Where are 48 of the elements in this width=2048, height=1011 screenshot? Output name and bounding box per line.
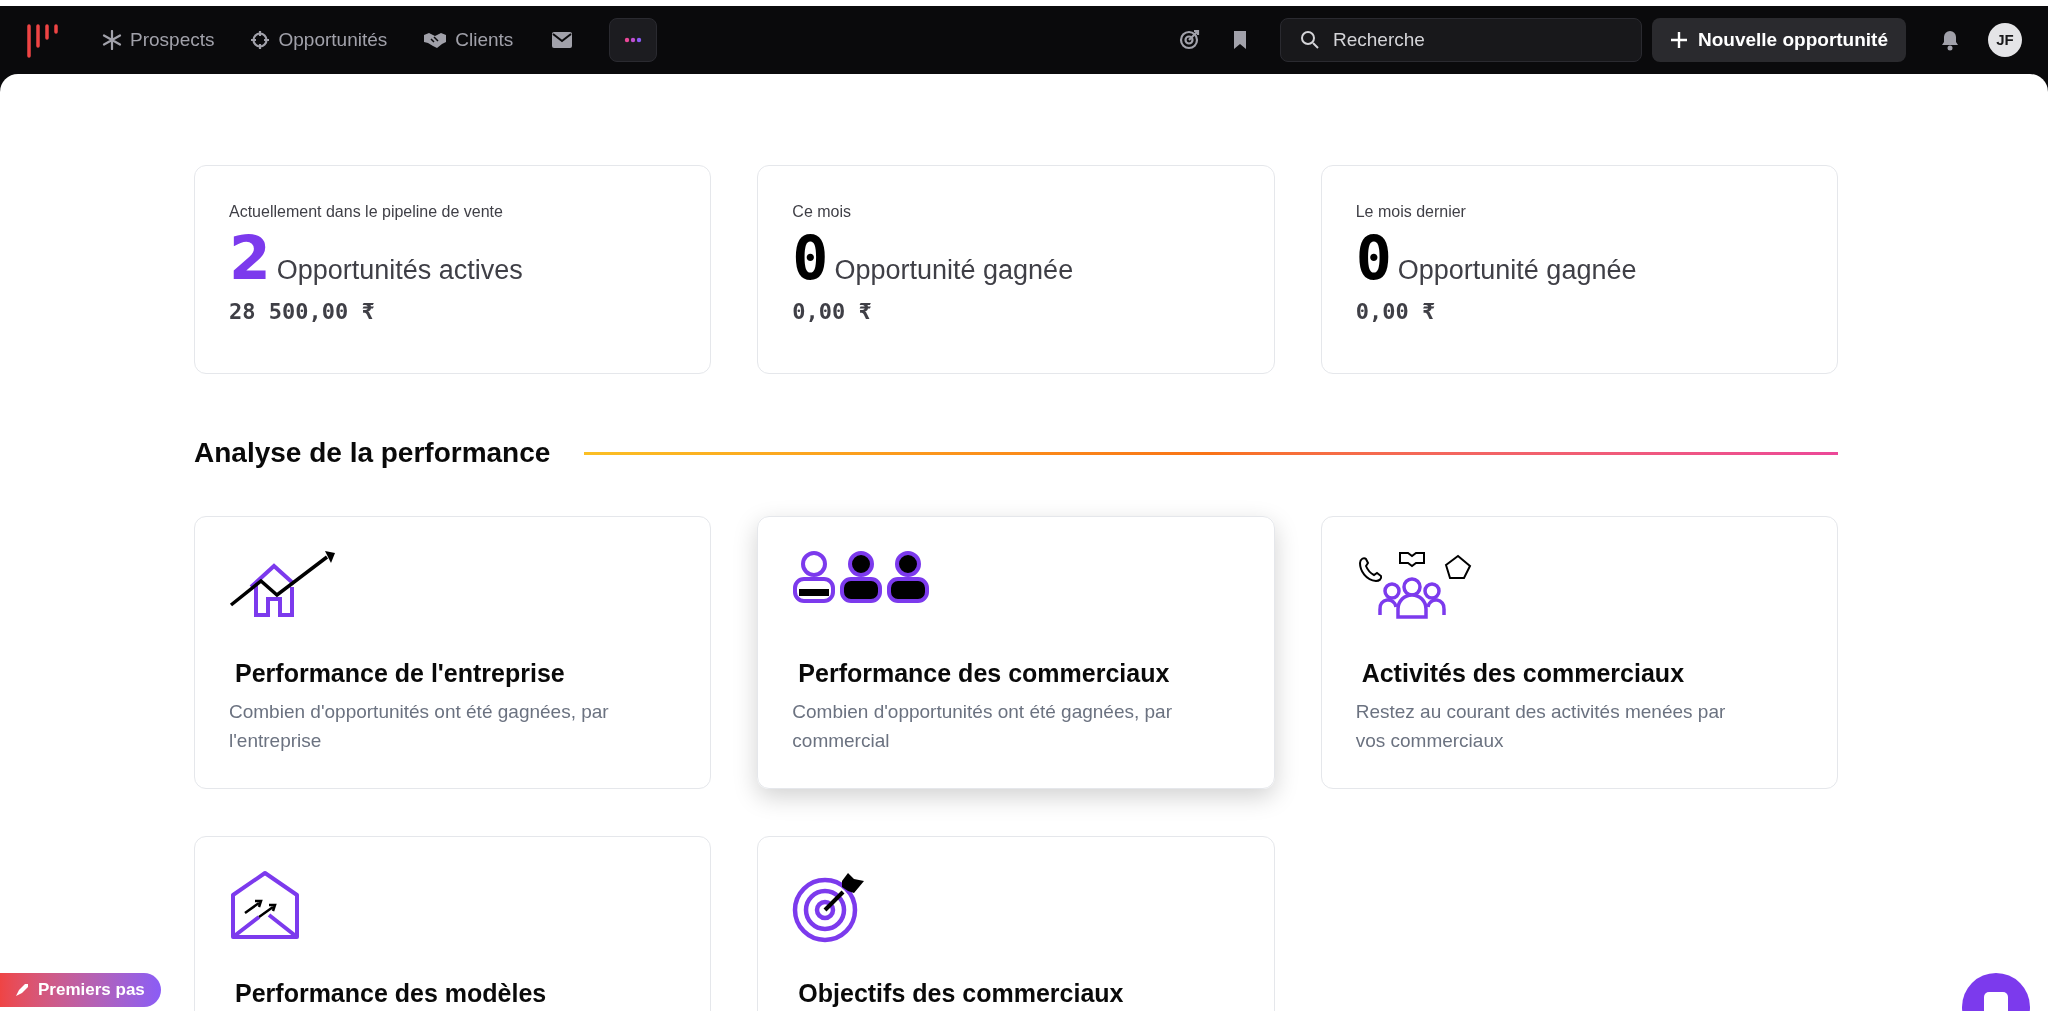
nav-link[interactable]: Opportunités: [250, 25, 388, 55]
mail-icon[interactable]: [551, 31, 574, 49]
stat-count: 0: [1355, 226, 1392, 290]
report-description: Restez au courant des activités menées par vos commerciaux: [1355, 700, 1727, 753]
stat-amount: 0,00 ₹: [1355, 297, 1437, 326]
report-card[interactable]: Performance des modèles: [194, 836, 712, 1011]
bookmark-icon[interactable]: [1232, 30, 1248, 50]
report-description: Combien d'opportunités ont été gagnées, par l'entreprise: [229, 700, 610, 753]
stat-label: Opportunité gagnée: [1397, 254, 1637, 287]
handshake-icon: [423, 31, 448, 49]
stat-count: 2: [229, 226, 271, 290]
report-title: Performance des commerciaux: [798, 659, 1171, 687]
target-icon[interactable]: [1178, 29, 1200, 51]
house-chart-icon: [229, 549, 337, 617]
stat-label: Opportunité gagnée: [834, 254, 1074, 287]
nav-link[interactable]: Clients: [423, 25, 514, 55]
chat-icon: [1983, 991, 2009, 1011]
stat-caption: Le mois dernier: [1355, 202, 1467, 222]
search-field[interactable]: Recherche: [1280, 18, 1642, 62]
search-icon: [1300, 30, 1320, 50]
stat-amount: 0,00 ₹: [792, 297, 873, 326]
snowflake-icon: [102, 30, 122, 50]
envelope-arrows-icon: [229, 869, 301, 941]
more-icon: [624, 37, 643, 43]
report-card[interactable]: Activités des commerciaux Restez au courant des activités menées par vos commerciaux: [1320, 516, 1838, 789]
stat-count: 0: [792, 226, 829, 290]
three-people-icon: [792, 549, 931, 603]
report-title: Activités des commerciaux: [1361, 659, 1686, 687]
stat-caption: Actuellement dans le pipeline de vente: [229, 202, 504, 222]
getting-started-button[interactable]: Premiers pas: [0, 973, 161, 1007]
report-title: Performance des modèles: [235, 979, 548, 1007]
plus-icon: [1670, 31, 1688, 49]
user-avatar[interactable]: JF: [1988, 23, 2022, 57]
section-title: Analyse de la performance: [194, 436, 551, 470]
report-card[interactable]: Performance de l'entreprise Combien d'opportunités ont été gagnées, par l'entreprise: [194, 516, 712, 789]
bell-icon[interactable]: [1940, 29, 1960, 51]
report-description: Combien d'opportunités ont été gagnées, par commercial: [792, 700, 1173, 753]
new-opportunity-button[interactable]: Nouvelle opportunité: [1652, 18, 1906, 62]
report-title: Performance de l'entreprise: [235, 659, 566, 687]
stat-label: Opportunités actives: [276, 254, 523, 287]
report-title: Objectifs des commerciaux: [798, 979, 1125, 1007]
report-card[interactable]: Objectifs des commerciaux: [757, 836, 1275, 1011]
stat-amount: 28 500,00 ₹: [229, 297, 376, 326]
more-button[interactable]: [609, 18, 658, 62]
nav-link[interactable]: Prospects: [102, 25, 215, 55]
stat-caption: Ce mois: [792, 202, 852, 222]
report-card[interactable]: Performance des commerciaux Combien d'opportunités ont été gagnées, par commercial: [757, 516, 1275, 789]
crosshair-icon: [250, 30, 271, 50]
